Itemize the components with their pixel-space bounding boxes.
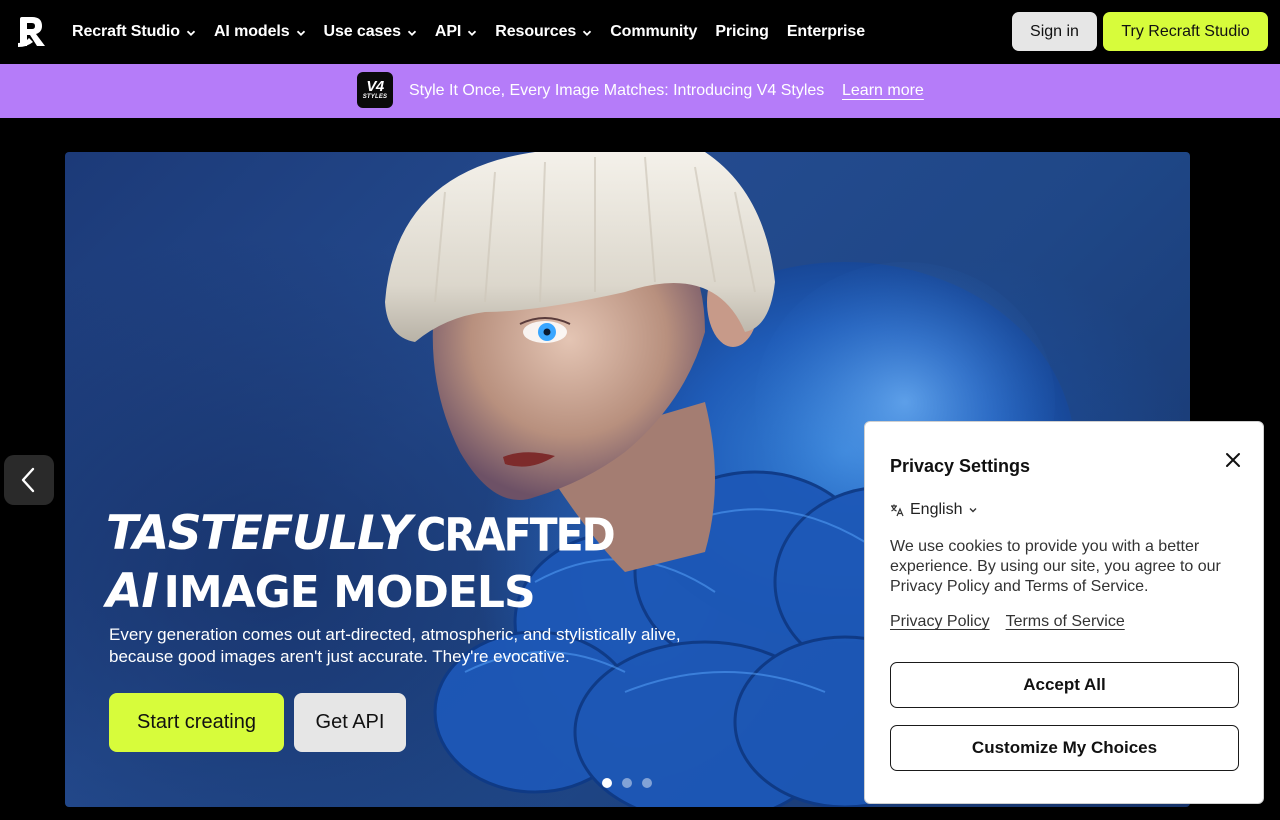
privacy-policy-link[interactable]: Privacy Policy <box>890 613 990 631</box>
nav-item-label: Use cases <box>323 23 401 40</box>
close-icon <box>1226 453 1240 467</box>
language-label: English <box>910 501 963 518</box>
privacy-settings-dialog: Privacy Settings English We use cookies … <box>864 421 1264 804</box>
badge-main: V4 <box>366 77 384 95</box>
sign-in-button[interactable]: Sign in <box>1012 12 1097 51</box>
headline-image-models: IMAGE MODELS <box>163 567 535 618</box>
nav-item-ai-models[interactable]: AI models <box>214 23 306 41</box>
get-api-button[interactable]: Get API <box>294 693 406 752</box>
chevron-down-icon <box>407 30 417 36</box>
nav-item-use-cases[interactable]: Use cases <box>324 23 417 41</box>
top-nav: Recraft Studio AI models Use cases API R… <box>0 0 1280 64</box>
translate-icon <box>891 504 904 517</box>
nav-item-enterprise[interactable]: Enterprise <box>787 23 865 41</box>
language-selector[interactable]: English <box>890 501 978 519</box>
customize-choices-button[interactable]: Customize My Choices <box>890 725 1239 771</box>
close-button[interactable] <box>1223 450 1243 470</box>
headline-crafted: CRAFTED <box>416 508 615 562</box>
headline-line-2: AI IMAGE MODELS <box>106 568 614 626</box>
promo-banner: V4 STYLES Style It Once, Every Image Mat… <box>0 64 1280 118</box>
nav-item-pricing[interactable]: Pricing <box>715 23 769 41</box>
chevron-down-icon <box>969 508 977 513</box>
banner-text: Style It Once, Every Image Matches: Intr… <box>409 82 825 99</box>
nav-item-community[interactable]: Community <box>610 23 697 41</box>
carousel-dot-3[interactable] <box>642 778 652 788</box>
carousel-dots <box>602 778 652 788</box>
chevron-down-icon <box>186 30 196 36</box>
headline-line-1: TASTEFULLY CRAFTED <box>106 508 616 568</box>
carousel-prev-button[interactable] <box>4 455 54 505</box>
try-recraft-studio-button[interactable]: Try Recraft Studio <box>1103 12 1268 51</box>
nav-item-label: Enterprise <box>786 23 866 40</box>
hero-headline: TASTEFULLY CRAFTED AI IMAGE MODELS <box>106 508 616 626</box>
nav-item-label: Resources <box>495 23 577 40</box>
recraft-logo[interactable] <box>17 16 47 47</box>
privacy-links: Privacy Policy Terms of Service <box>890 613 1125 631</box>
chevron-down-icon <box>583 30 592 36</box>
nav-item-label: Pricing <box>715 23 769 40</box>
start-creating-button[interactable]: Start creating <box>109 693 284 752</box>
learn-more-link[interactable]: Learn more <box>842 82 924 100</box>
nav-item-label: Community <box>610 23 698 40</box>
nav-item-api[interactable]: API <box>435 23 477 41</box>
accept-all-button[interactable]: Accept All <box>890 662 1239 708</box>
nav-item-label: API <box>434 23 462 40</box>
headline-ai: AI <box>106 564 159 619</box>
chevron-left-icon <box>21 467 35 493</box>
nav-item-resources[interactable]: Resources <box>495 23 592 41</box>
v4-styles-badge: V4 STYLES <box>357 72 393 108</box>
privacy-title: Privacy Settings <box>890 456 1031 476</box>
headline-tastefully: TASTEFULLY <box>106 506 412 561</box>
nav-links: Recraft Studio AI models Use cases API R… <box>72 0 883 64</box>
nav-item-recraft-studio[interactable]: Recraft Studio <box>72 23 196 41</box>
chevron-down-icon <box>468 30 477 36</box>
nav-item-label: AI models <box>213 23 290 40</box>
badge-sub: STYLES <box>362 93 388 100</box>
nav-item-label: Recraft Studio <box>72 23 180 40</box>
privacy-description: We use cookies to provide you with a bet… <box>890 538 1221 595</box>
carousel-dot-2[interactable] <box>622 778 632 788</box>
carousel-dot-1[interactable] <box>602 778 612 788</box>
hero-subtitle: Every generation comes out art-directed,… <box>109 625 681 666</box>
chevron-down-icon <box>296 30 305 36</box>
terms-of-service-link[interactable]: Terms of Service <box>1006 613 1125 631</box>
